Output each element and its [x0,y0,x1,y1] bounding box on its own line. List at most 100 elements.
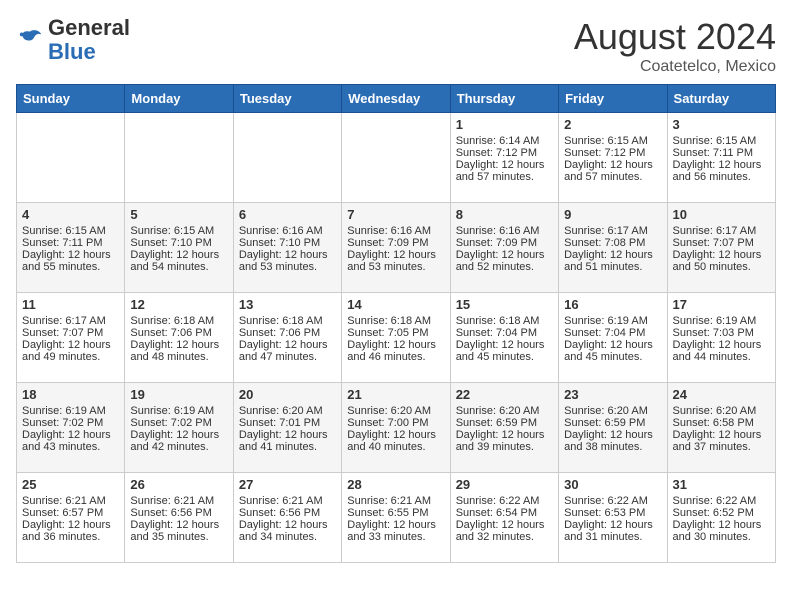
day-info: and 33 minutes. [347,531,444,543]
day-info: Sunset: 7:12 PM [456,147,553,159]
calendar-week-row: 25Sunrise: 6:21 AMSunset: 6:57 PMDayligh… [17,473,776,563]
calendar-cell: 7Sunrise: 6:16 AMSunset: 7:09 PMDaylight… [342,203,450,293]
day-info: and 34 minutes. [239,531,336,543]
day-info: Daylight: 12 hours [564,429,661,441]
day-number: 28 [347,477,444,492]
day-info: Daylight: 12 hours [673,159,770,171]
calendar-week-row: 1Sunrise: 6:14 AMSunset: 7:12 PMDaylight… [17,113,776,203]
day-info: Sunset: 6:56 PM [239,507,336,519]
day-info: Sunset: 6:52 PM [673,507,770,519]
day-info: and 56 minutes. [673,171,770,183]
logo-general: General [48,15,130,40]
day-number: 23 [564,387,661,402]
day-number: 10 [673,207,770,222]
day-info: Sunrise: 6:20 AM [347,405,444,417]
calendar-cell: 29 Sunrise: 6:22 AMSunset: 6:54 PMDayligh… [450,473,558,563]
day-info: Sunset: 6:54 PM [456,507,553,519]
day-info: Daylight: 12 hours [239,249,336,261]
day-number: 14 [347,297,444,312]
day-info: and 53 minutes. [347,261,444,273]
day-info: Sunset: 7:02 PM [130,417,227,429]
calendar-week-row: 18Sunrise: 6:19 AMSunset: 7:02 PMDayligh… [17,383,776,473]
day-info: and 41 minutes. [239,441,336,453]
day-number: 16 [564,297,661,312]
day-number: 18 [22,387,119,402]
day-info: Sunrise: 6:18 AM [347,315,444,327]
day-info: and 40 minutes. [347,441,444,453]
day-info: Sunrise: 6:16 AM [347,225,444,237]
calendar-cell [342,113,450,203]
calendar-cell: 20Sunrise: 6:20 AMSunset: 7:01 PMDayligh… [233,383,341,473]
day-info: Daylight: 12 hours [130,249,227,261]
day-info: Daylight: 12 hours [456,519,553,531]
day-info: and 30 minutes. [673,531,770,543]
day-info: and 47 minutes. [239,351,336,363]
location-subtitle: Coatetelco, Mexico [574,58,776,76]
day-number: 25 [22,477,119,492]
calendar-cell: 22Sunrise: 6:20 AMSunset: 6:59 PMDayligh… [450,383,558,473]
day-info: Sunset: 7:11 PM [673,147,770,159]
day-info: and 45 minutes. [564,351,661,363]
day-info: Sunrise: 6:17 AM [22,315,119,327]
day-number: 21 [347,387,444,402]
day-number: 1 [456,117,553,132]
calendar-cell: 28Sunrise: 6:21 AMSunset: 6:55 PMDayligh… [342,473,450,563]
day-info: Sunset: 7:07 PM [673,237,770,249]
calendar-cell: 5Sunrise: 6:15 AMSunset: 7:10 PMDaylight… [125,203,233,293]
day-info: Sunset: 7:07 PM [22,327,119,339]
day-number: 15 [456,297,553,312]
day-info: and 48 minutes. [130,351,227,363]
day-info: Daylight: 12 hours [239,519,336,531]
day-number: 22 [456,387,553,402]
day-info: Sunset: 6:57 PM [22,507,119,519]
calendar-cell: 23 Sunrise: 6:20 AMSunset: 6:59 PMDayligh… [559,383,667,473]
day-info: and 44 minutes. [673,351,770,363]
day-info: Sunset: 6:59 PM [564,417,661,429]
day-info: and 53 minutes. [239,261,336,273]
day-info: Sunset: 7:08 PM [564,237,661,249]
day-number: 6 [239,207,336,222]
calendar-cell: 3Sunrise: 6:15 AMSunset: 7:11 PMDaylight… [667,113,775,203]
logo: General Blue [16,16,130,64]
day-info: Daylight: 12 hours [456,159,553,171]
day-info: Daylight: 12 hours [673,429,770,441]
day-info: Sunrise: 6:17 AM [673,225,770,237]
day-info: Daylight: 12 hours [456,429,553,441]
day-info: Daylight: 12 hours [673,249,770,261]
logo-blue: Blue [48,39,96,64]
day-info: Sunrise: 6:21 AM [22,495,119,507]
calendar-cell: 6Sunrise: 6:16 AMSunset: 7:10 PMDaylight… [233,203,341,293]
day-info: and 37 minutes. [673,441,770,453]
day-number: 30 [564,477,661,492]
day-info: Sunset: 7:02 PM [22,417,119,429]
weekday-header-thursday: Thursday [450,85,558,113]
day-info: Sunset: 7:04 PM [456,327,553,339]
day-info: Sunrise: 6:21 AM [347,495,444,507]
logo-text: General Blue [48,16,130,64]
day-number: 19 [130,387,227,402]
day-info: Sunrise: 6:15 AM [130,225,227,237]
day-info: Sunrise: 6:15 AM [564,135,661,147]
day-info: Daylight: 12 hours [22,249,119,261]
calendar-cell: 11Sunrise: 6:17 AMSunset: 7:07 PMDayligh… [17,293,125,383]
day-info: and 39 minutes. [456,441,553,453]
day-number: 29 [456,477,553,492]
weekday-header-row: SundayMondayTuesdayWednesdayThursdayFrid… [17,85,776,113]
day-info: Sunrise: 6:20 AM [564,405,661,417]
day-info: Daylight: 12 hours [130,429,227,441]
calendar-cell [125,113,233,203]
day-info: Sunset: 7:10 PM [239,237,336,249]
day-info: Sunset: 7:03 PM [673,327,770,339]
day-info: Sunset: 7:09 PM [347,237,444,249]
day-info: Sunset: 7:00 PM [347,417,444,429]
day-info: and 45 minutes. [456,351,553,363]
day-number: 3 [673,117,770,132]
day-info: Sunrise: 6:16 AM [456,225,553,237]
day-info: Sunrise: 6:18 AM [130,315,227,327]
day-info: Sunrise: 6:20 AM [673,405,770,417]
day-info: Sunrise: 6:22 AM [456,495,553,507]
day-info: Daylight: 12 hours [673,519,770,531]
calendar-cell: 30Sunrise: 6:22 AMSunset: 6:53 PMDayligh… [559,473,667,563]
calendar-cell: 14Sunrise: 6:18 AMSunset: 7:05 PMDayligh… [342,293,450,383]
calendar-cell: 19Sunrise: 6:19 AMSunset: 7:02 PMDayligh… [125,383,233,473]
